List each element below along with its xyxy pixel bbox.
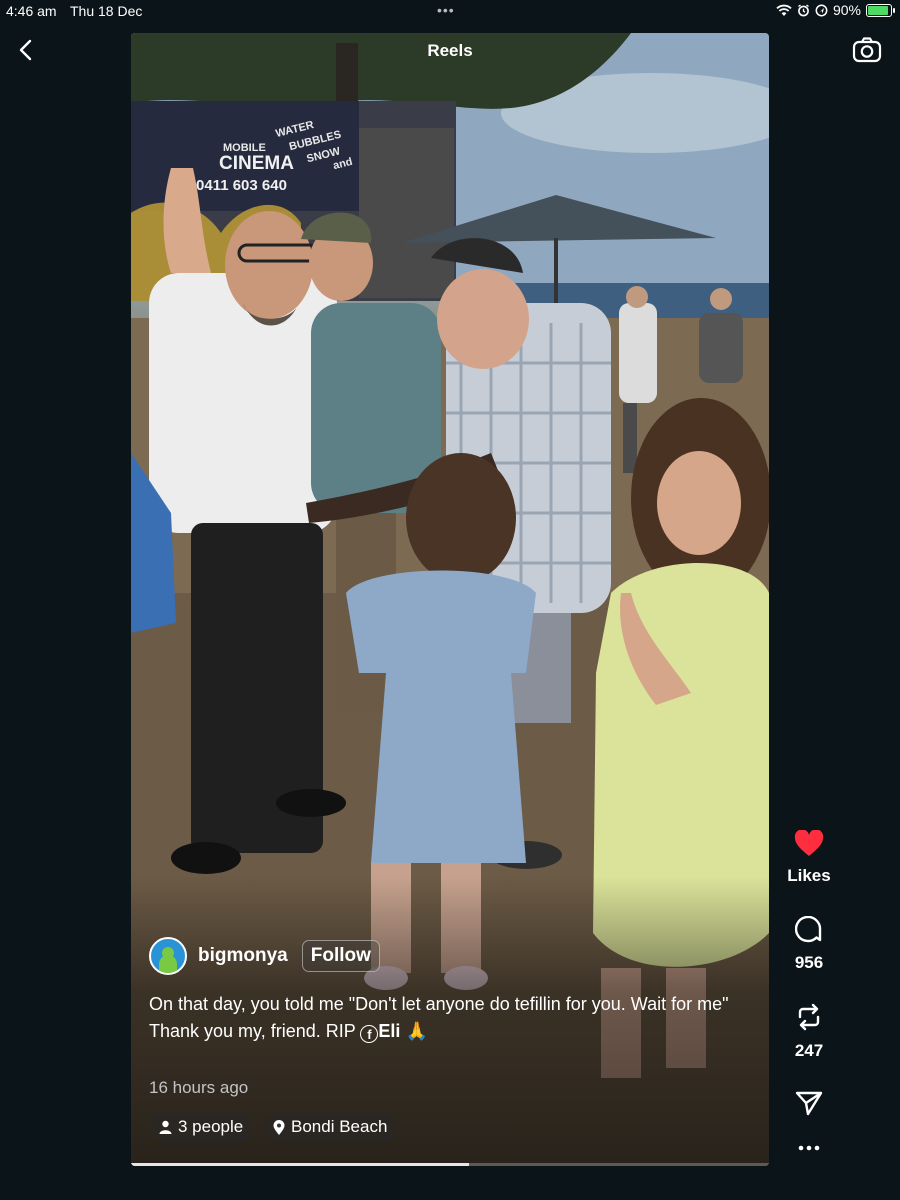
location-button[interactable]: Bondi Beach bbox=[263, 1111, 398, 1143]
share-action[interactable] bbox=[785, 1090, 833, 1121]
status-bar: 4:46 am Thu 18 Dec ••• 90% bbox=[0, 0, 900, 24]
caption-line-2-text: Thank you my, friend. RIP bbox=[149, 1021, 361, 1041]
person-icon bbox=[159, 1120, 172, 1134]
chevron-left-icon[interactable] bbox=[14, 37, 40, 63]
truck-sign-brand: CINEMA bbox=[219, 153, 294, 174]
author-username[interactable]: bigmonya bbox=[198, 945, 288, 967]
comments-count: 956 bbox=[794, 953, 824, 972]
follow-button[interactable]: Follow bbox=[301, 940, 380, 972]
heart-icon[interactable] bbox=[794, 829, 824, 857]
caption-line-1: On that day, you told me "Don't let anyo… bbox=[149, 994, 729, 1014]
alarm-icon bbox=[798, 3, 809, 16]
reel-caption: On that day, you told me "Don't let anyo… bbox=[149, 991, 749, 1044]
tagged-user-link[interactable]: Eli bbox=[378, 1021, 400, 1041]
playback-progress-bar[interactable] bbox=[131, 1163, 769, 1166]
avatar[interactable] bbox=[149, 937, 187, 975]
page-title: Reels bbox=[427, 41, 473, 60]
avatar-body bbox=[159, 955, 177, 973]
more-icon[interactable] bbox=[797, 1140, 821, 1156]
reel-video[interactable]: MOBILE CINEMA 0411 603 640 WATER BUBBLES… bbox=[131, 33, 769, 1166]
location-icon bbox=[815, 4, 828, 16]
location-label: Bondi Beach bbox=[291, 1117, 388, 1136]
status-time: 4:46 am bbox=[6, 3, 57, 19]
camera-icon[interactable] bbox=[852, 36, 882, 64]
facebook-icon: f bbox=[360, 1025, 379, 1043]
caption-line-2: Thank you my, friend. RIP f Eli 🙏 bbox=[149, 1018, 749, 1044]
playback-progress-fill bbox=[131, 1163, 470, 1166]
status-indicators: 90% bbox=[776, 2, 895, 18]
tagged-people-label: 3 people bbox=[178, 1117, 244, 1136]
battery-level bbox=[868, 5, 888, 15]
truck-sign-phone: 0411 603 640 bbox=[196, 177, 287, 194]
status-date: Thu 18 Dec bbox=[70, 3, 143, 19]
repost-action[interactable]: 247 bbox=[785, 1002, 833, 1061]
multitasking-dots-icon[interactable]: ••• bbox=[437, 2, 455, 18]
battery-charging-icon bbox=[866, 3, 895, 17]
wifi-icon bbox=[776, 4, 792, 16]
location-pin-icon bbox=[273, 1119, 285, 1135]
comment-action[interactable]: 956 bbox=[785, 915, 833, 973]
likes-label: Likes bbox=[787, 866, 831, 885]
reposts-count: 247 bbox=[794, 1041, 824, 1060]
post-timestamp: 16 hours ago bbox=[149, 1078, 249, 1097]
like-action[interactable]: Likes bbox=[785, 829, 833, 886]
comment-icon[interactable] bbox=[794, 915, 823, 944]
more-options-action[interactable] bbox=[785, 1140, 833, 1161]
repost-icon[interactable] bbox=[795, 1002, 823, 1032]
author-row: bigmonya Follow bbox=[149, 937, 380, 975]
tagged-people-button[interactable]: 3 people bbox=[149, 1111, 254, 1143]
share-icon[interactable] bbox=[795, 1090, 823, 1116]
praying-hands-emoji: 🙏 bbox=[405, 1021, 428, 1041]
battery-percent: 90% bbox=[832, 2, 861, 18]
